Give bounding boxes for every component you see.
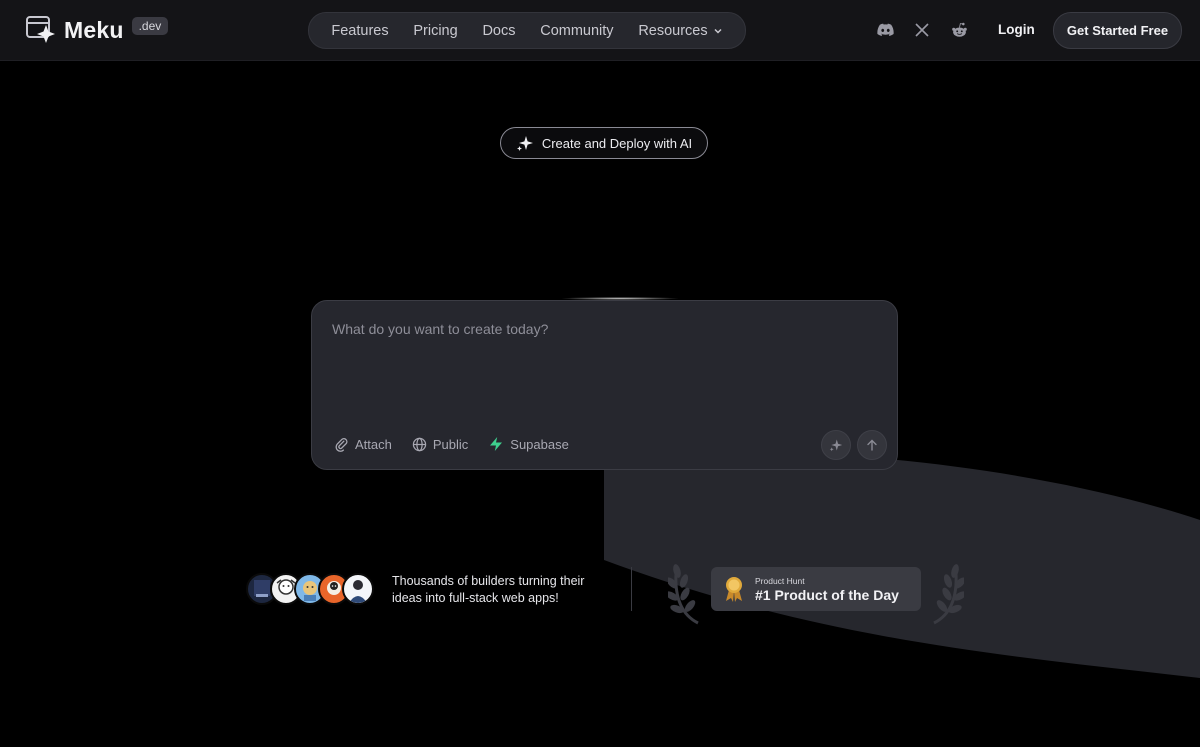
sparkle-icon	[829, 439, 843, 452]
brand-badge: .dev	[131, 17, 169, 35]
paperclip-icon	[335, 437, 348, 452]
supabase-label: Supabase	[510, 436, 569, 452]
nav-item-docs[interactable]: Docs	[482, 23, 515, 39]
nav-label: Resources	[638, 22, 708, 39]
pill-label: Create and Deploy with AI	[541, 135, 693, 151]
nav-label: Community	[540, 22, 614, 39]
product-hunt-label: Product Hunt	[755, 575, 805, 586]
nav-item-resources[interactable]: Resources	[638, 23, 722, 39]
supabase-icon	[490, 437, 503, 451]
prompt-tools: Attach Public Supabase	[334, 436, 569, 452]
chevron-down-icon	[714, 28, 722, 34]
arrow-up-icon	[867, 439, 877, 451]
social-proof-text: Thousands of builders turning their idea…	[392, 574, 585, 605]
login-link[interactable]: Login	[998, 22, 1035, 37]
get-started-button[interactable]: Get Started Free	[1053, 12, 1182, 49]
product-hunt-title: #1 Product of the Day	[755, 586, 899, 603]
enhance-prompt-button[interactable]	[821, 430, 851, 460]
page: Meku .dev Features Pricing Docs Communit…	[0, 0, 1200, 747]
laurel-right-icon	[933, 564, 964, 625]
laurel-left-icon	[668, 564, 699, 625]
nav-label: Pricing	[413, 22, 458, 39]
nav-item-community[interactable]: Community	[540, 23, 613, 39]
public-toggle[interactable]: Public	[412, 437, 468, 452]
create-deploy-pill[interactable]: Create and Deploy with AI	[500, 127, 708, 159]
nav-item-features[interactable]: Features	[331, 23, 388, 39]
reddit-icon[interactable]	[950, 21, 968, 39]
supabase-button[interactable]: Supabase	[488, 436, 569, 452]
nav-label: Docs	[482, 22, 516, 39]
discord-icon[interactable]	[876, 21, 894, 39]
public-label: Public	[432, 436, 469, 452]
meku-logo-icon	[26, 16, 55, 43]
social-links	[876, 21, 968, 39]
attach-button[interactable]: Attach	[334, 437, 392, 452]
nav-item-pricing[interactable]: Pricing	[413, 23, 457, 39]
brand-name: Meku	[64, 16, 124, 43]
product-hunt-badge[interactable]: Product Hunt #1 Product of the Day	[711, 567, 921, 611]
medal-icon	[726, 577, 742, 602]
product-hunt-texts: Product Hunt #1 Product of the Day	[755, 576, 899, 603]
site-header: Meku .dev Features Pricing Docs Communit…	[0, 0, 1200, 61]
x-icon[interactable]	[913, 21, 931, 39]
attach-label: Attach	[355, 436, 392, 452]
prompt-card: Attach Public Supabase	[311, 300, 898, 470]
avatar	[342, 573, 374, 605]
main-nav: Features Pricing Docs Community Resource…	[308, 12, 746, 49]
section-divider	[631, 567, 632, 611]
brand-logo[interactable]: Meku .dev	[26, 15, 169, 45]
builder-avatars	[246, 573, 374, 605]
sparkle-icon	[516, 136, 533, 151]
globe-icon	[412, 437, 427, 451]
submit-prompt-button[interactable]	[857, 430, 887, 460]
prompt-input[interactable]	[332, 321, 872, 421]
nav-label: Features	[331, 22, 389, 39]
